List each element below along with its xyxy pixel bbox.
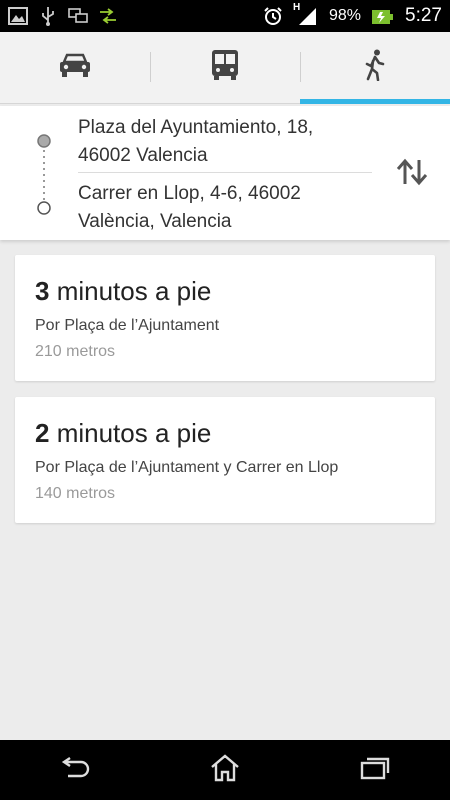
system-status: H 98% 5:27 (263, 2, 442, 27)
tab-walk[interactable] (300, 32, 450, 104)
route-divider (78, 172, 372, 173)
duration: 2 minutos a pie (35, 417, 415, 449)
origin-field[interactable]: Plaza del Ayuntamiento, 18, 46002 Valenc… (78, 114, 378, 170)
duration-unit: minutos a pie (49, 418, 212, 448)
origin-line-2: 46002 Valencia (78, 145, 208, 166)
route-via: Por Plaça de l’Ajuntament y Carrer en Ll… (35, 459, 339, 476)
tab-transit[interactable] (150, 32, 300, 103)
tab-car[interactable] (0, 32, 150, 103)
home-icon (210, 753, 240, 787)
recent-apps-icon (360, 756, 390, 785)
home-button[interactable] (195, 750, 255, 790)
route-line-icon (37, 134, 51, 215)
destination-line-2: València, Valencia (78, 211, 232, 232)
route-via: Por Plaça de l’Ajuntament (35, 317, 220, 334)
route-option-card[interactable]: 2 minutos a pie Por Plaça de l’Ajuntamen… (15, 397, 435, 523)
travel-mode-tabs (0, 32, 450, 104)
destination-field[interactable]: Carrer en Llop, 4-6, 46002 València, Val… (78, 180, 378, 236)
back-icon (59, 756, 91, 784)
battery-icon (371, 6, 394, 26)
origin-line-1: Plaza del Ayuntamiento, 18, (78, 117, 314, 138)
duration-unit: minutos a pie (49, 276, 212, 306)
car-icon (58, 52, 92, 83)
destination-line-1: Carrer en Llop, 4-6, 46002 (78, 183, 301, 204)
signal-icon: H (293, 2, 319, 26)
alarm-icon (263, 6, 283, 26)
walk-icon (363, 49, 387, 86)
duration: 3 minutos a pie (35, 275, 415, 307)
battery-percent: 98% (328, 7, 362, 24)
status-bar: H 98% 5:27 (0, 0, 450, 32)
route-header: Plaza del Ayuntamiento, 18, 46002 Valenc… (0, 106, 450, 240)
back-button[interactable] (45, 750, 105, 790)
signal-type-label: H (292, 2, 301, 13)
route-distance: 210 metros (35, 343, 116, 360)
duration-number: 2 (35, 418, 50, 448)
navigation-bar (0, 740, 450, 800)
clock: 5:27 (405, 5, 442, 26)
data-toggle-icon (98, 6, 118, 26)
bus-icon (210, 49, 240, 86)
swap-arrows-icon (395, 158, 429, 191)
recent-apps-button[interactable] (345, 750, 405, 790)
notification-icons (8, 6, 118, 26)
swap-button[interactable] (393, 156, 431, 192)
screen-mirror-icon (68, 6, 88, 26)
route-option-card[interactable]: 3 minutos a pie Por Plaça de l’Ajuntamen… (15, 255, 435, 381)
route-distance: 140 metros (35, 485, 116, 502)
gallery-icon (8, 6, 28, 26)
duration-number: 3 (35, 276, 50, 306)
usb-icon (38, 6, 58, 26)
